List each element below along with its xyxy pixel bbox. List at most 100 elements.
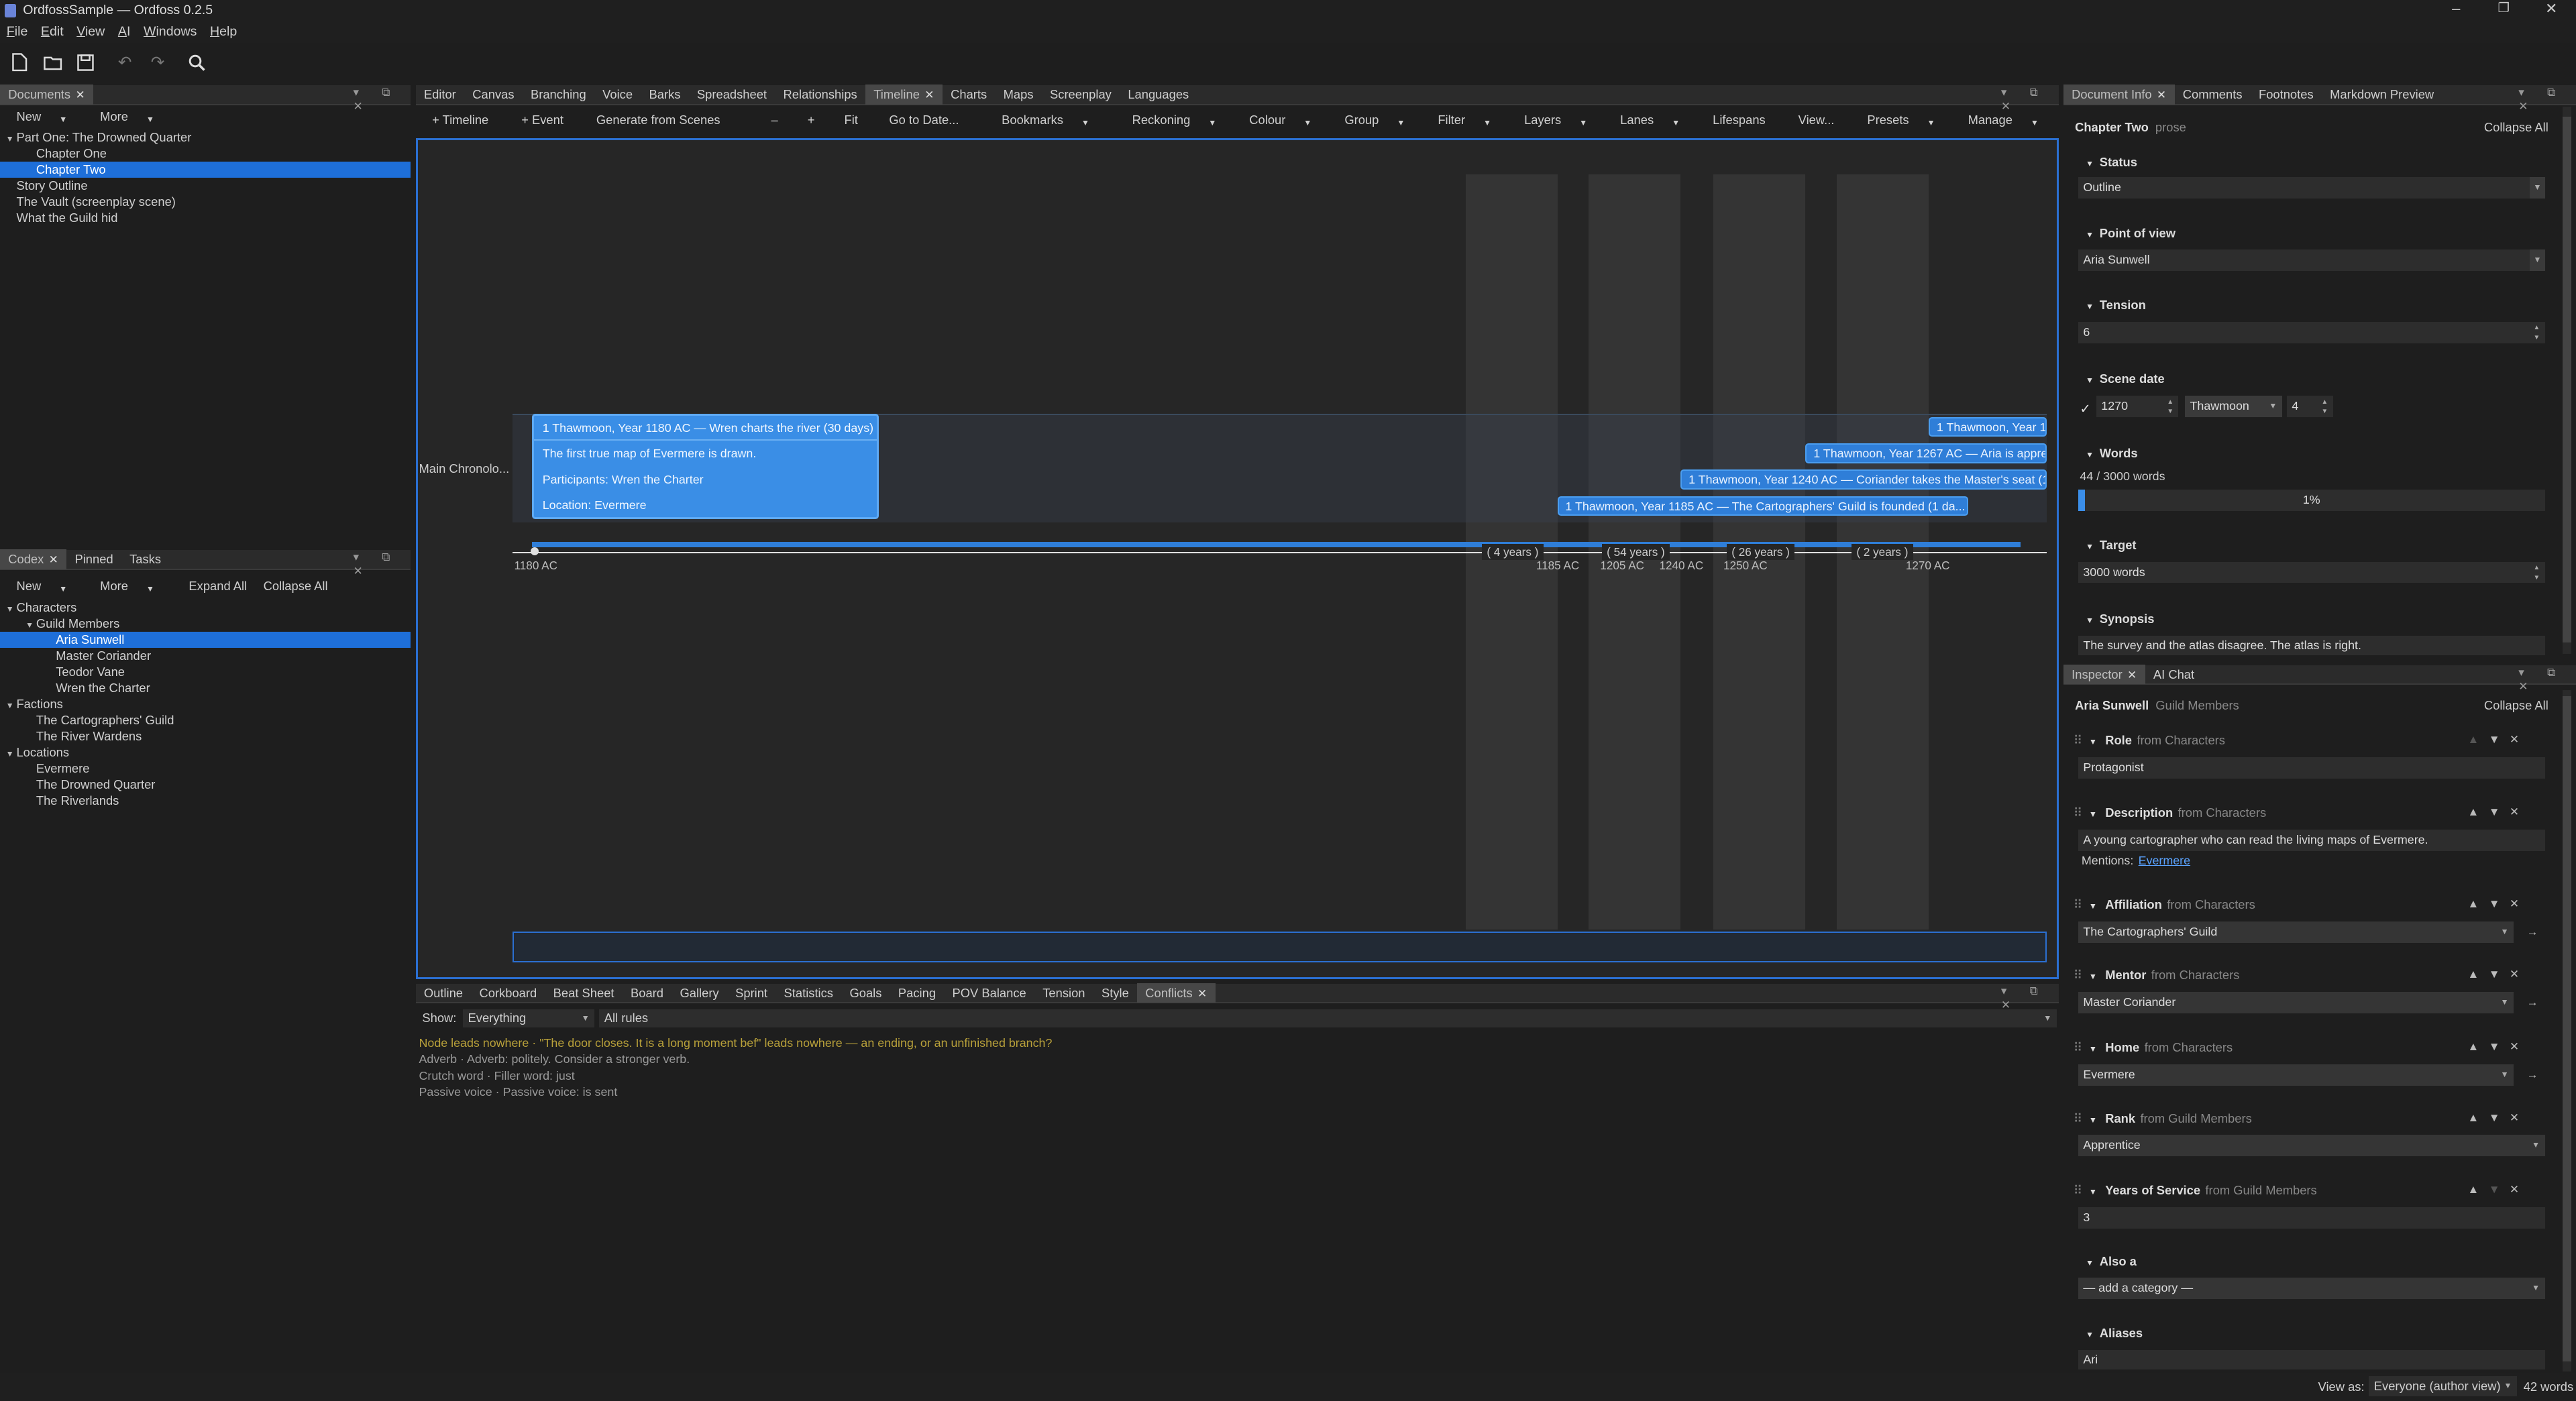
codex-item[interactable]: The Riverlands [0, 793, 411, 809]
event-card-selected[interactable]: 1 Thawmoon, Year 1180 AC — Wren charts t… [532, 414, 879, 519]
timeline-canvas[interactable] [415, 137, 2059, 979]
tab-conflicts[interactable]: Conflicts ✕ [1137, 983, 1216, 1003]
scene-year-spinbox[interactable]: 1270 ▲ ▼ [2096, 396, 2179, 418]
inspector-field-value[interactable]: A young cartographer who can read the li… [2078, 829, 2545, 851]
field-controls[interactable]: ▲ ▼ ✕ [2467, 897, 2519, 911]
chevron-down-icon[interactable]: ▼ [2089, 809, 2097, 819]
tab-documents[interactable]: Documents ✕ [0, 85, 94, 105]
inspector-field-header[interactable]: ⠿ ▼ Home from Characters [2074, 1040, 2233, 1056]
new-document-button[interactable]: New ▼ [0, 109, 84, 124]
search-icon[interactable] [186, 51, 209, 74]
tab-board[interactable]: Board [623, 983, 672, 1003]
close-icon[interactable]: ✕ [1197, 987, 1207, 1000]
timeline-tool-16[interactable]: Presets ▼ [1851, 113, 1951, 127]
close-icon[interactable]: ✕ [2127, 668, 2137, 681]
timeline-tool-0[interactable]: + Timeline [416, 113, 505, 127]
timeline-tool-2[interactable]: Generate from Scenes [580, 113, 737, 127]
inspector-field-value[interactable]: Protagonist [2078, 756, 2545, 779]
view-as-select[interactable]: Everyone (author view) ▼ [2369, 1376, 2517, 1396]
open-folder-icon[interactable] [41, 51, 64, 74]
tab-document-info[interactable]: Document Info ✕ [2063, 85, 2175, 105]
also-section[interactable]: ▼ Also a [2080, 1253, 2137, 1270]
field-controls[interactable]: ▲ ▼ ✕ [2467, 967, 2519, 981]
chevron-down-icon[interactable]: ▼ [2089, 1044, 2097, 1054]
timeline-tool-12[interactable]: Layers ▼ [1508, 113, 1604, 127]
save-icon[interactable] [74, 51, 97, 74]
tab-corkboard[interactable]: Corkboard [471, 983, 545, 1003]
close-window-button[interactable]: ✕ [2527, 0, 2576, 17]
tab-branching[interactable]: Branching [523, 85, 594, 104]
tension-spinbox[interactable]: 6 ▲ ▼ [2078, 322, 2545, 343]
scene-date-section[interactable]: ▼ Scene date [2080, 371, 2165, 387]
tab-editor[interactable]: Editor [416, 85, 464, 104]
panel-controls[interactable]: ▾ ⧉ ✕ [2518, 665, 2576, 693]
inspector-field-value[interactable]: The Cartographers' Guild ▼ [2078, 921, 2514, 943]
chevron-down-icon[interactable]: ▼ [2089, 901, 2097, 911]
chevron-down-icon[interactable]: ▼ [3, 746, 17, 762]
timeline-tool-13[interactable]: Lanes ▼ [1604, 113, 1697, 127]
tab-ai-chat[interactable]: AI Chat [2145, 665, 2203, 684]
inspector-field-header[interactable]: ⠿ ▼ Description from Characters [2074, 805, 2267, 821]
timeline-tool-4[interactable]: + [793, 113, 830, 127]
codex-item[interactable]: ▼ Locations [0, 744, 411, 761]
inspector-field-value[interactable]: 3 [2078, 1207, 2545, 1229]
tab-outline[interactable]: Outline [416, 983, 472, 1003]
inspector-field-value[interactable]: Evermere ▼ [2078, 1064, 2514, 1086]
tab-canvas[interactable]: Canvas [464, 85, 523, 104]
tree-item[interactable]: What the Guild hid [0, 210, 411, 226]
inspector-field-header[interactable]: ⠿ ▼ Role from Characters [2074, 732, 2225, 748]
tab-inspector[interactable]: Inspector ✕ [2063, 664, 2145, 685]
codex-item[interactable]: The Cartographers' Guild [0, 712, 411, 728]
aliases-field[interactable]: Ari [2078, 1350, 2545, 1370]
timeline-tool-10[interactable]: Group ▼ [1328, 113, 1421, 127]
field-controls[interactable]: ▲ ▼ ✕ [2467, 732, 2519, 746]
minimize-button[interactable]: – [2432, 0, 2481, 17]
timeline-tool-11[interactable]: Filter ▼ [1421, 113, 1508, 127]
collapse-all-button[interactable]: Collapse All [2484, 120, 2548, 135]
chevron-down-icon[interactable]: ▼ [23, 617, 36, 633]
go-to-arrow-icon[interactable]: → [2527, 1068, 2538, 1082]
target-section[interactable]: ▼ Target [2080, 537, 2137, 553]
codex-item[interactable]: Master Coriander [0, 648, 411, 664]
timeline-event[interactable]: 1 Thawmoon, Year 12 [1929, 417, 2047, 437]
timeline-tool-5[interactable]: Fit [829, 113, 872, 127]
tab-goals[interactable]: Goals [841, 983, 890, 1003]
tab-markdown-preview[interactable]: Markdown Preview [2322, 85, 2443, 104]
codex-item[interactable]: ▼ Factions [0, 696, 411, 712]
menu-view[interactable]: View [70, 24, 111, 40]
tab-sprint[interactable]: Sprint [727, 983, 775, 1003]
tension-section[interactable]: ▼ Tension [2080, 297, 2146, 313]
timeline-tool-9[interactable]: Colour ▼ [1233, 113, 1328, 127]
chevron-down-icon[interactable]: ▼ [3, 131, 17, 147]
tab-tension[interactable]: Tension [1034, 983, 1093, 1003]
tab-languages[interactable]: Languages [1120, 85, 1197, 104]
timeline-tool-3[interactable]: – [756, 113, 792, 127]
menu-edit[interactable]: Edit [34, 24, 70, 40]
add-category-select[interactable]: — add a category — ▼ [2078, 1278, 2545, 1300]
tab-gallery[interactable]: Gallery [672, 983, 727, 1003]
redo-icon[interactable]: ↷ [146, 51, 169, 74]
go-to-arrow-icon[interactable]: → [2527, 995, 2538, 1009]
new-file-icon[interactable] [8, 51, 31, 74]
tab-beat-sheet[interactable]: Beat Sheet [545, 983, 622, 1003]
chevron-down-icon[interactable]: ▼ [2089, 1115, 2097, 1125]
words-section[interactable]: ▼ Words [2080, 445, 2138, 461]
field-controls[interactable]: ▲ ▼ ✕ [2467, 805, 2519, 819]
tree-item[interactable]: The Vault (screenplay scene) [0, 194, 411, 210]
codex-item[interactable]: ▼ Characters [0, 600, 411, 616]
status-select[interactable]: Outline ▼ [2078, 177, 2545, 199]
rules-select[interactable]: All rules ▼ [599, 1009, 2057, 1027]
expand-all-button[interactable]: Expand All [180, 579, 255, 594]
timeline-minimap[interactable] [513, 931, 2047, 963]
codex-item[interactable]: Teodor Vane [0, 664, 411, 680]
chevron-down-icon[interactable]: ▼ [2089, 1187, 2097, 1196]
menu-ai[interactable]: AI [111, 24, 137, 40]
panel-controls[interactable]: ▾ ⧉ ✕ [2001, 984, 2059, 1012]
inspector-field-header[interactable]: ⠿ ▼ Rank from Guild Members [2074, 1111, 2252, 1127]
timeline-tool-7[interactable]: Bookmarks ▼ [985, 113, 1106, 127]
tab-spreadsheet[interactable]: Spreadsheet [689, 85, 775, 104]
scene-day-spinbox[interactable]: 4 ▲ ▼ [2287, 396, 2333, 418]
tab-timeline[interactable]: Timeline ✕ [865, 85, 943, 105]
timeline-event[interactable]: 1 Thawmoon, Year 1240 AC — Coriander tak… [1680, 469, 2047, 490]
go-to-arrow-icon[interactable]: → [2527, 925, 2538, 939]
